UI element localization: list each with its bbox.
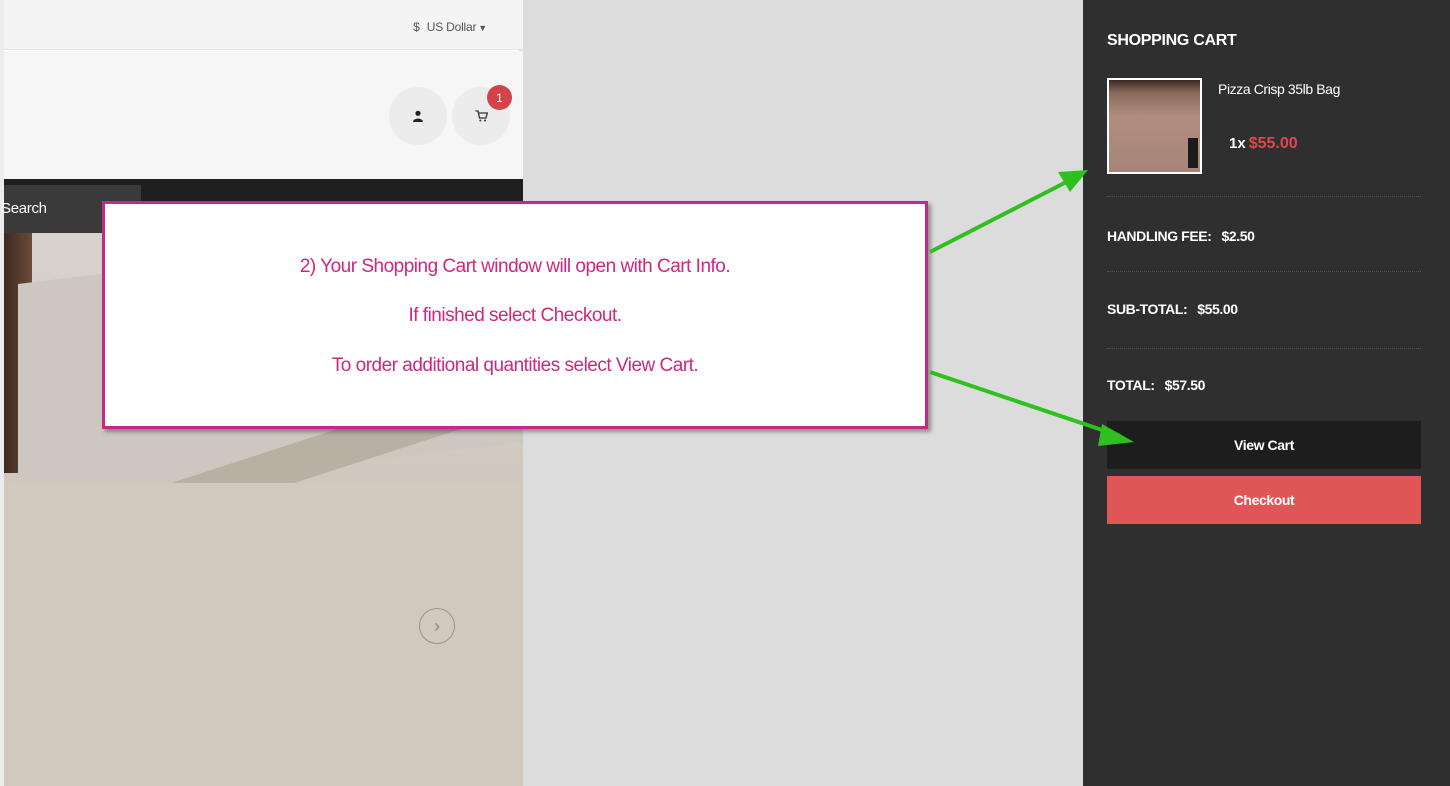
handling-fee-label: HANDLING FEE: bbox=[1107, 228, 1212, 244]
total-row: TOTAL: $57.50 bbox=[1107, 377, 1205, 393]
cart-title: SHOPPING CART bbox=[1107, 32, 1237, 49]
view-cart-button[interactable]: View Cart bbox=[1107, 421, 1421, 469]
currency-symbol: $ bbox=[413, 20, 420, 34]
next-slide-button[interactable]: › bbox=[419, 608, 455, 644]
handling-fee-value: $2.50 bbox=[1221, 228, 1255, 244]
annotation-line-2: If finished select Checkout. bbox=[408, 305, 622, 326]
annotation-line-1: 2) Your Shopping Cart window will open w… bbox=[299, 256, 731, 277]
cart-item-name[interactable]: Pizza Crisp 35lb Bag bbox=[1218, 81, 1340, 97]
product-thumbnail-image bbox=[1109, 80, 1200, 172]
cart-item-price: $55.00 bbox=[1248, 135, 1298, 152]
chevron-right-circle-icon: › bbox=[434, 615, 440, 636]
cart-icon bbox=[475, 110, 488, 122]
account-button[interactable] bbox=[389, 87, 447, 145]
divider bbox=[1107, 348, 1421, 349]
handling-fee-row: HANDLING FEE: $2.50 bbox=[1107, 228, 1255, 244]
cart-item-qty-sep: x bbox=[1237, 135, 1246, 152]
divider bbox=[1107, 196, 1421, 197]
annotation-arrow-to-item bbox=[929, 174, 1081, 254]
user-icon bbox=[413, 110, 423, 122]
top-bar: $ US Dollar ▼ bbox=[4, 0, 523, 50]
product-thumbnail[interactable] bbox=[1107, 78, 1202, 174]
annotation-line-3: To order additional quantities select Vi… bbox=[331, 355, 699, 376]
cart-item-quantity: 1x $55.00 bbox=[1229, 135, 1298, 153]
divider bbox=[1107, 271, 1421, 272]
checkout-button[interactable]: Checkout bbox=[1107, 476, 1421, 524]
subtotal-value: $55.00 bbox=[1197, 301, 1238, 317]
annotation-callout: 2) Your Shopping Cart window will open w… bbox=[102, 201, 928, 429]
cart-count-badge: 1 bbox=[487, 85, 512, 110]
total-value: $57.50 bbox=[1164, 377, 1206, 393]
search-label: Search bbox=[1, 200, 47, 217]
total-label: TOTAL: bbox=[1107, 377, 1155, 393]
shopping-cart-panel: SHOPPING CART Pizza Crisp 35lb Bag 1x $55… bbox=[1083, 0, 1450, 786]
currency-label: US Dollar bbox=[426, 20, 477, 34]
site-header bbox=[4, 51, 523, 179]
subtotal-row: SUB-TOTAL: $55.00 bbox=[1107, 301, 1238, 317]
caret-down-icon: ▼ bbox=[478, 23, 487, 33]
currency-selector[interactable]: $ US Dollar ▼ bbox=[413, 20, 487, 34]
subtotal-label: SUB-TOTAL: bbox=[1107, 301, 1188, 317]
